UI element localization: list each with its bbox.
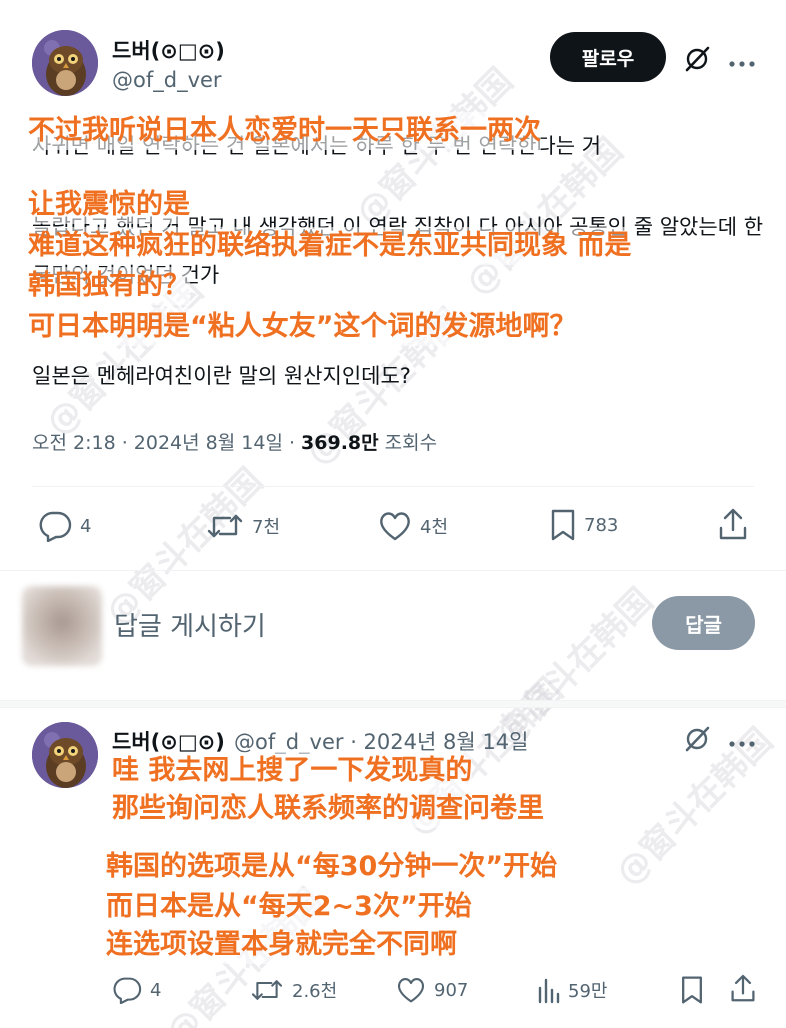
translation-overlay: 而日本是从“每天2~3次”开始 bbox=[106, 888, 472, 926]
share-icon bbox=[731, 974, 755, 1002]
translation-overlay: 难道这种疯狂的联络执着症不是东亚共同现象 而是 bbox=[28, 227, 632, 265]
divider bbox=[32, 486, 754, 487]
reply-author-handle[interactable]: @of_d_ver · 2024년 8월 14일 bbox=[234, 730, 528, 754]
avatar[interactable] bbox=[32, 30, 98, 96]
like-action[interactable]: 907 bbox=[396, 976, 468, 1004]
post-meta: 오전 2:18 · 2024년 8월 14일 · 369.8만 조회수 bbox=[32, 428, 437, 455]
post-timestamp[interactable]: 오전 2:18 · 2024년 8월 14일 · bbox=[32, 432, 301, 454]
heart-icon bbox=[398, 978, 424, 1003]
follow-button[interactable]: 팔로우 bbox=[550, 32, 666, 82]
repost-action[interactable]: 7천 bbox=[206, 510, 280, 542]
share-action[interactable] bbox=[730, 974, 756, 1004]
user-avatar[interactable] bbox=[22, 586, 102, 666]
author-name[interactable]: 드버(⊙□⊙) bbox=[112, 35, 225, 65]
reply-icon bbox=[39, 511, 72, 542]
translation-overlay: 让我震惊的是 bbox=[28, 186, 190, 224]
grok-icon[interactable] bbox=[682, 44, 712, 78]
more-icon[interactable] bbox=[728, 54, 756, 73]
bookmark-action[interactable] bbox=[680, 975, 704, 1005]
reply-input[interactable]: 답글 게시하기 bbox=[114, 606, 266, 643]
translation-overlay: 哇 我去网上搜了一下发现真的 bbox=[112, 752, 473, 790]
reply-author-name[interactable]: 드버(⊙□⊙) bbox=[112, 730, 225, 754]
like-action[interactable]: 4천 bbox=[378, 510, 448, 542]
translation-overlay: 连选项设置本身就完全不同啊 bbox=[106, 926, 457, 964]
like-count: 4천 bbox=[420, 517, 449, 538]
view-label: 조회수 bbox=[378, 432, 438, 454]
grok-icon[interactable] bbox=[682, 724, 712, 758]
view-count: 369.8만 bbox=[301, 432, 379, 454]
bookmark-icon bbox=[682, 976, 702, 1004]
heart-icon bbox=[380, 512, 410, 541]
reply-button[interactable]: 답글 bbox=[652, 596, 755, 650]
repost-count: 7천 bbox=[252, 517, 281, 538]
reply-icon bbox=[113, 977, 142, 1004]
section-divider bbox=[0, 700, 786, 708]
post-text-line: 일본은 멘헤라여친이란 말의 원산지인데도? bbox=[32, 364, 411, 388]
bookmark-action[interactable]: 783 bbox=[550, 508, 618, 542]
translation-overlay: 韩国的选项是从“每30分钟一次”开始 bbox=[106, 848, 558, 886]
like-count: 907 bbox=[434, 979, 469, 1001]
bar-chart-icon bbox=[538, 978, 560, 1004]
bookmark-icon bbox=[551, 509, 575, 541]
repost-count: 2.6천 bbox=[292, 981, 338, 1002]
more-icon[interactable] bbox=[728, 734, 756, 753]
views-action[interactable]: 59만 bbox=[536, 976, 607, 1004]
translation-overlay: 可日本明明是“粘人女友”这个词的发源地啊？ bbox=[28, 308, 577, 346]
divider bbox=[0, 570, 786, 571]
author-handle[interactable]: @of_d_ver bbox=[112, 68, 222, 92]
translation-overlay: 韩国独有的？ bbox=[28, 267, 190, 305]
reply-action[interactable]: 4 bbox=[38, 510, 91, 542]
repost-icon bbox=[207, 514, 243, 538]
bookmark-count: 783 bbox=[584, 514, 619, 536]
avatar[interactable] bbox=[32, 722, 98, 788]
reply-count: 4 bbox=[80, 515, 92, 537]
share-action[interactable] bbox=[718, 508, 748, 542]
translation-overlay: 不过我听说日本人恋爱时一天只联系一两次 bbox=[28, 112, 541, 150]
share-icon bbox=[719, 508, 747, 540]
repost-action[interactable]: 2.6천 bbox=[250, 976, 337, 1004]
repost-icon bbox=[251, 980, 283, 1000]
reply-action[interactable]: 4 bbox=[112, 976, 161, 1004]
translation-overlay: 那些询问恋人联系频率的调查问卷里 bbox=[112, 790, 544, 828]
views-count: 59만 bbox=[568, 981, 608, 1002]
reply-count: 4 bbox=[150, 979, 162, 1001]
